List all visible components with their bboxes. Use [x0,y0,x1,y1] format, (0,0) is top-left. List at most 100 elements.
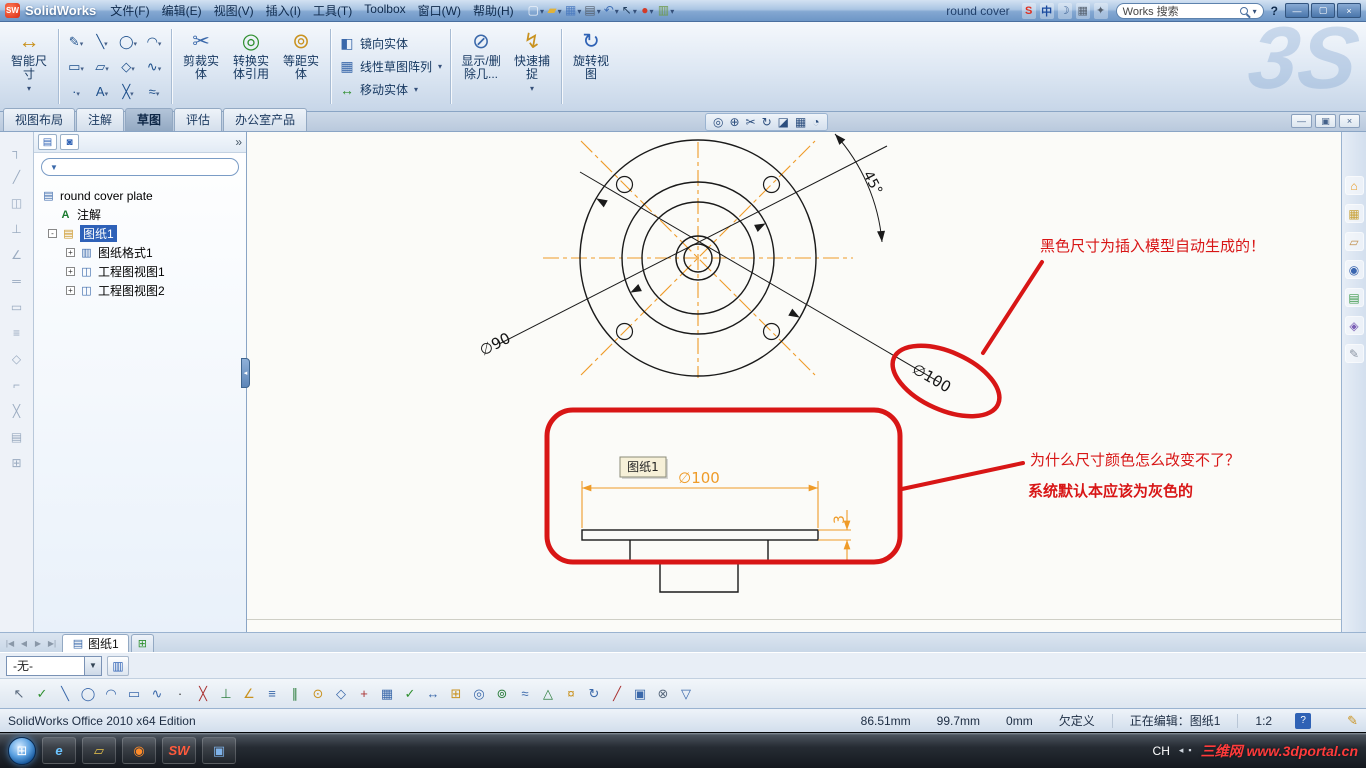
tree-root-item[interactable]: ▤ round cover plate [36,186,244,205]
tree-item-drawing-view2[interactable]: + ◫ 工程图视图2 [36,281,244,300]
relation-tool-icon[interactable]: ┐ [12,144,21,158]
red-note-top[interactable]: 黑色尺寸为插入模型自动生成的！ [1040,237,1265,255]
search-input[interactable]: Works 搜索 [1115,2,1264,19]
sketch-tool-button[interactable]: ╳ [115,79,141,104]
expand-box-icon[interactable]: + [66,248,75,257]
tray-icon[interactable]: ▪ [1188,745,1191,756]
menu-item[interactable]: 帮助(H) [467,0,520,21]
sheet-nav-icon[interactable]: ◀ [17,639,31,652]
sketch-tool-button[interactable]: ▱ [89,54,115,79]
sketch-tool-button[interactable]: · [63,79,89,104]
quick-snaps-button[interactable]: ↯ 快速捕捉 [507,24,557,109]
relation-tool-icon[interactable]: ⊥ [11,222,21,236]
internet-explorer-icon[interactable]: e [42,737,76,764]
file-explorer-icon[interactable]: ▱ [1344,232,1364,251]
view-orientation-icon[interactable]: ◔ [812,115,819,129]
snap-tool-icon[interactable]: ◠ [100,683,122,705]
windows-explorer-icon[interactable]: ▱ [82,737,116,764]
tab-office-products[interactable]: 办公室产品 [223,108,308,131]
close-button[interactable]: × [1337,3,1361,18]
dropdown-arrow-icon[interactable]: ▼ [84,656,101,675]
tab-annotation[interactable]: 注解 [76,108,125,131]
snap-tool-icon[interactable]: ╲ [54,683,76,705]
lang-chinese-icon[interactable]: 中 [1039,2,1054,19]
relation-tool-icon[interactable]: ▭ [11,300,22,314]
doc-close-button[interactable]: × [1339,114,1360,128]
red-ball-icon[interactable]: ● [640,2,655,20]
snap-tool-icon[interactable]: ∿ [146,683,168,705]
design-library-icon[interactable]: ▦ [1344,204,1364,223]
undo-icon[interactable]: ↶ [604,2,619,20]
snap-tool-icon[interactable]: ◯ [77,683,99,705]
dim-d100-text[interactable]: ∅100 [909,360,954,396]
relation-tool-icon[interactable]: ≡ [13,326,20,340]
convert-entities-button[interactable]: ◎ 转换实体引用 [226,24,276,109]
sketch-tool-button[interactable]: ◠ [141,29,167,54]
menu-item[interactable]: 文件(F) [104,0,155,21]
snap-tool-icon[interactable]: ∥ [284,683,306,705]
view-palette-icon[interactable]: ▤ [1344,288,1364,307]
search-icon[interactable] [1239,6,1248,15]
tree-filter-input[interactable]: ▼ [41,158,239,176]
snap-tool-icon[interactable]: ↻ [583,683,605,705]
help-button[interactable]: ? [1271,4,1278,18]
dropdown-arrow-icon[interactable] [104,35,108,49]
menu-item[interactable]: 视图(V) [208,0,260,21]
linear-sketch-pattern-button[interactable]: ▦ 线性草图阵列 [335,57,446,76]
rotate-view-button[interactable]: ↻ 旋转视图 [566,24,616,109]
menu-item[interactable]: 编辑(E) [156,0,208,21]
edit-sheet-format-icon[interactable]: ▥ [107,655,129,676]
dropdown-arrow-icon[interactable] [530,81,534,95]
sketch-tool-button[interactable]: ▭ [63,54,89,79]
hide-show-items-icon[interactable]: ▦ [795,115,806,129]
side-dim-d100-text[interactable]: ∅100 [678,469,720,487]
dropdown-arrow-icon[interactable] [131,60,135,74]
menu-item[interactable]: 工具(T) [307,0,358,21]
snap-tool-icon[interactable]: ▦ [376,683,398,705]
solidworks-taskbar-icon[interactable]: SW [162,737,196,764]
media-player-icon[interactable]: ◉ [122,737,156,764]
snap-tool-icon[interactable]: △ [537,683,559,705]
move-entities-button[interactable]: ↔ 移动实体 [335,80,446,99]
snap-tool-icon[interactable]: ↔ [422,683,444,705]
display-delete-relations-button[interactable]: ⊘ 显示/删除几... [455,24,507,109]
tree-item-sheet1[interactable]: - ▤ 图纸1 [36,224,244,243]
moon-icon[interactable]: ☽ [1057,2,1072,19]
sketch-tool-button[interactable]: A [89,79,115,104]
dropdown-arrow-icon[interactable] [80,35,84,49]
snap-tool-icon[interactable]: ¤ [560,683,582,705]
format-dropdown[interactable]: -无- ▼ [6,655,102,676]
snap-tool-icon[interactable]: ✓ [31,683,53,705]
sheet-nav-icon[interactable]: ▶ [31,639,45,652]
snap-tool-icon[interactable]: ≡ [261,683,283,705]
snap-tool-icon[interactable]: ⊥ [215,683,237,705]
dim-d90-text[interactable]: ∅90 [477,329,514,360]
tree-item-drawing-view1[interactable]: + ◫ 工程图视图1 [36,262,244,281]
snap-tool-icon[interactable]: ▽ [675,683,697,705]
new-document-icon[interactable]: ▢ [528,2,544,20]
smart-dimension-button[interactable]: ↔ 智能尺寸 [4,24,54,109]
snap-tool-icon[interactable]: · [169,683,191,705]
red-note-question[interactable]: 为什么尺寸颜色怎么改变不了？ [1030,451,1240,469]
snap-tool-icon[interactable]: ◎ [468,683,490,705]
menu-item[interactable]: Toolbox [358,0,411,21]
dropdown-arrow-icon[interactable] [158,35,162,49]
snap-tool-icon[interactable]: + [353,683,375,705]
pan-rotate-icon[interactable]: ↻ [762,115,772,129]
start-button[interactable]: ⊞ [8,736,36,765]
tree-item-sheet-format[interactable]: + ▥ 图纸格式1 [36,243,244,262]
expand-box-icon[interactable]: + [66,267,75,276]
snap-tool-icon[interactable]: ⊗ [652,683,674,705]
sketch-tool-button[interactable]: ✎ [63,29,89,54]
dropdown-arrow-icon[interactable] [134,35,138,49]
save-icon[interactable]: ▦ [565,2,581,20]
doc-minimize-button[interactable]: — [1291,114,1312,128]
dropdown-arrow-icon[interactable] [80,60,84,74]
menu-item[interactable]: 插入(I) [260,0,307,21]
tab-sketch[interactable]: 草图 [125,108,174,131]
maximize-button[interactable]: ▢ [1311,3,1335,18]
add-sheet-tab[interactable]: ⊞ [130,634,154,652]
tab-view-layout[interactable]: 视图布局 [3,108,76,131]
sketch-tool-button[interactable]: ≈ [141,79,167,104]
relation-tool-icon[interactable]: ⊞ [11,456,21,470]
